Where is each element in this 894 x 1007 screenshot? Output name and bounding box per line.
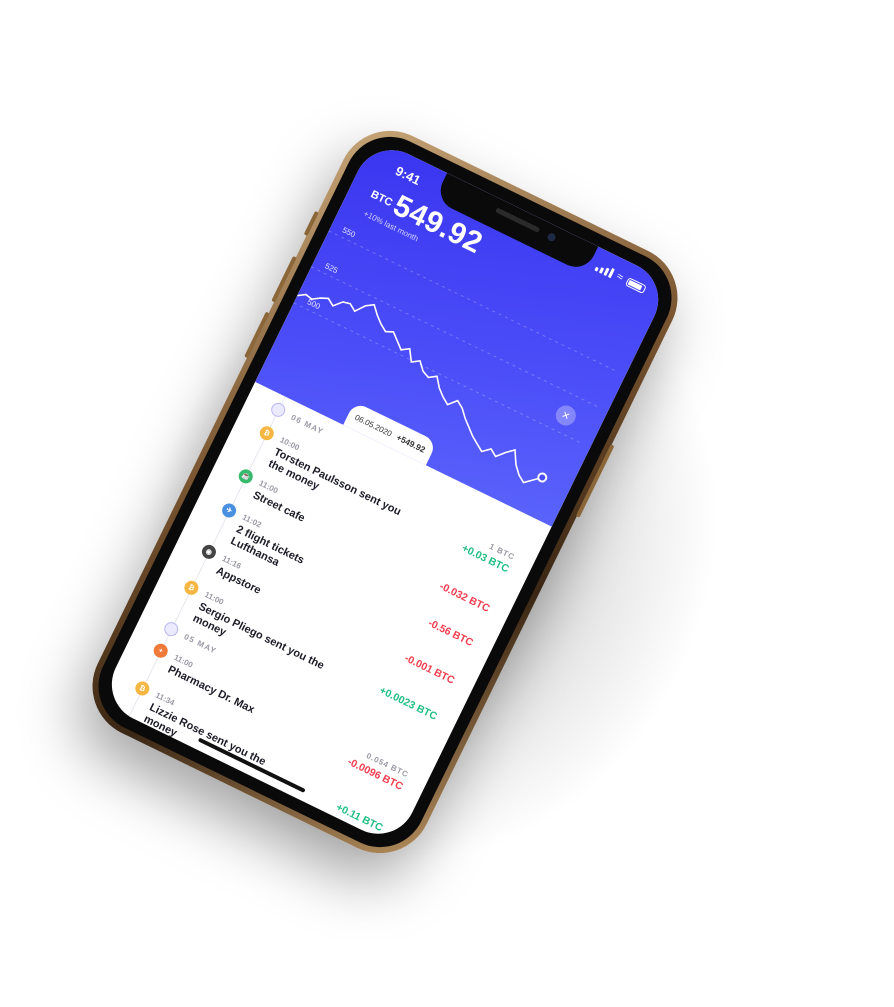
plane-icon: ✈ [219,500,238,520]
chart-marker[interactable] [536,471,547,483]
status-time: 9:41 [392,162,423,188]
tooltip-value: +549.92 [394,431,427,455]
pharmacy-icon: + [150,640,170,660]
date-heading: 06 MAY [288,412,325,436]
date-marker-icon [268,400,288,419]
date-marker-icon [161,619,181,639]
coin-icon: ₿ [256,423,276,443]
coin-icon: ₿ [132,678,152,698]
transaction-amount: -0.56 BTC [425,616,475,649]
gridline [292,301,580,443]
signal-icon [593,261,615,278]
transaction-amount: +0.11 BTC [333,800,385,834]
coin-icon: ₿ [181,577,201,597]
currency-ticker: BTC [368,187,394,209]
apple-icon: ◉ [199,542,218,561]
transaction-amount: +0.0023 BTC [376,683,439,723]
battery-icon [624,276,647,294]
cafe-icon: ☕ [235,466,255,486]
wifi-icon: ≈ [614,270,625,284]
transaction-amount: -0.001 BTC [402,651,457,687]
gridline [310,265,597,407]
speaker [494,206,540,233]
transaction-title[interactable]: Torsten Paulsson sent you the money [265,446,411,535]
status-icons: ≈ [593,261,647,294]
front-camera [545,231,557,243]
transaction-amount: -0.032 BTC [437,579,492,615]
home-indicator[interactable] [197,737,306,793]
